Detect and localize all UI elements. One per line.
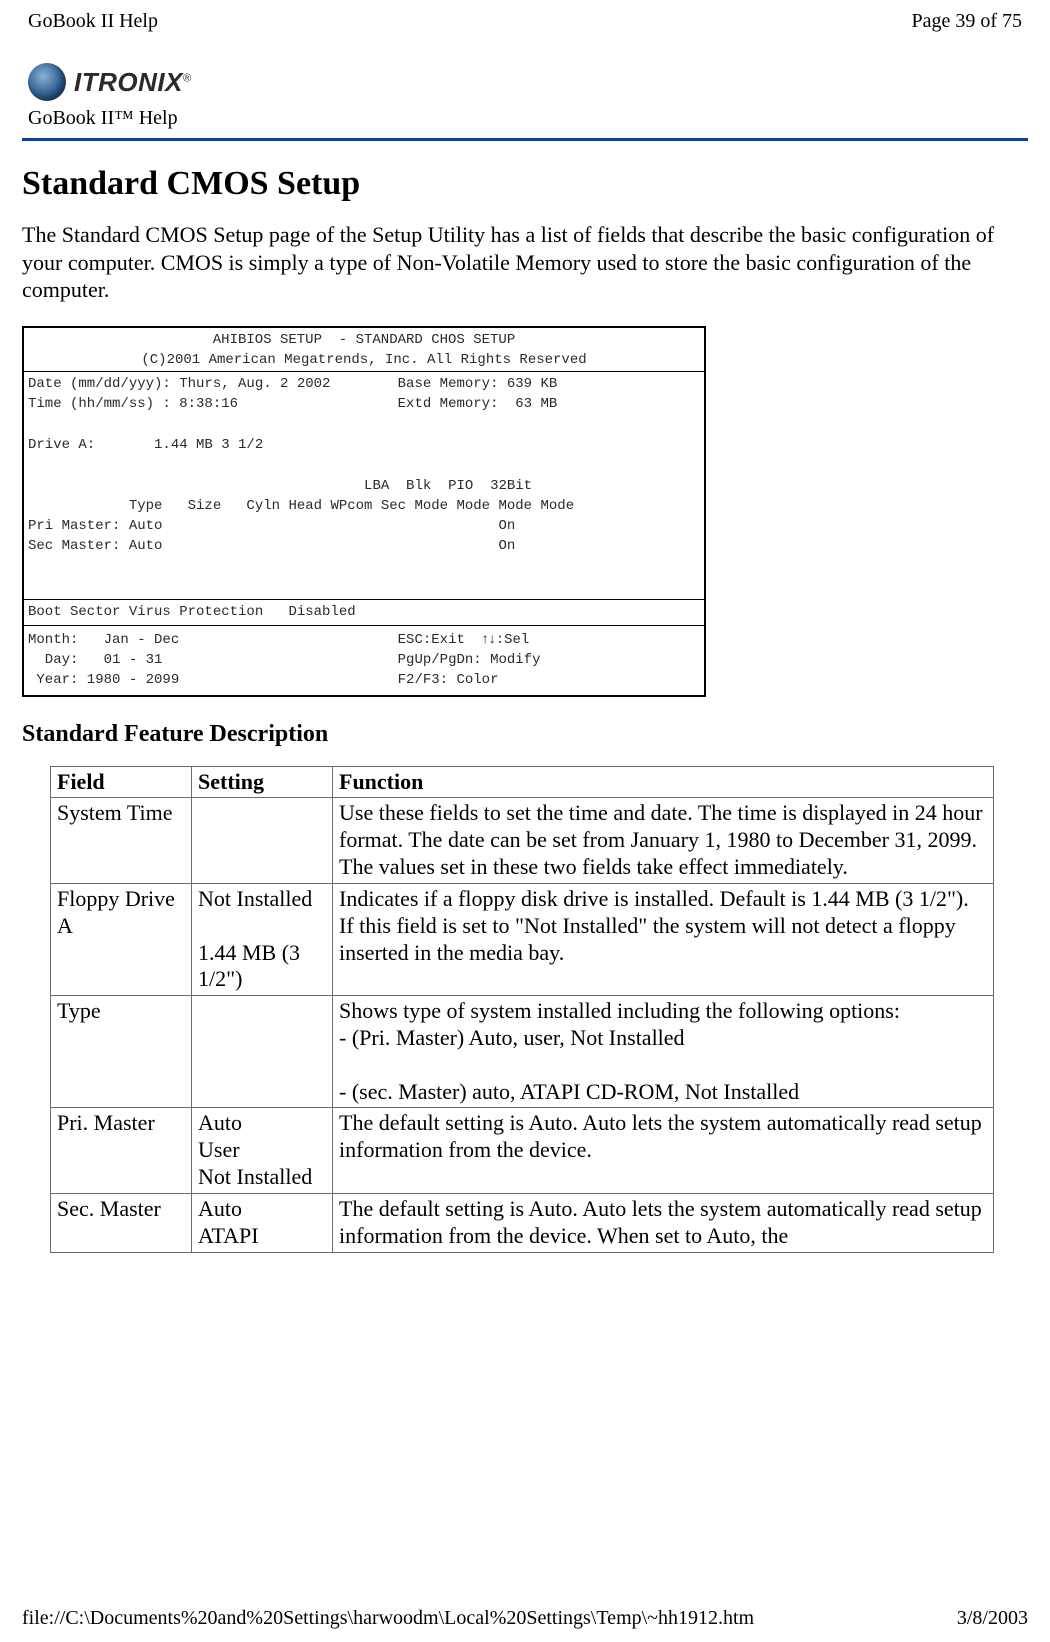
page-footer: file://C:\Documents%20and%20Settings\har… — [22, 1607, 1028, 1630]
intro-paragraph: The Standard CMOS Setup page of the Setu… — [22, 221, 1028, 304]
cell-setting: Auto User Not Installed — [192, 1108, 333, 1193]
table-row: System Time Use these fields to set the … — [51, 798, 994, 883]
cell-field: System Time — [51, 798, 192, 883]
page-number: Page 39 of 75 — [911, 10, 1022, 33]
cell-function: The default setting is Auto. Auto lets t… — [333, 1108, 994, 1193]
doc-title: GoBook II Help — [28, 10, 158, 33]
table-row: Type Shows type of system installed incl… — [51, 996, 994, 1108]
footer-path: file://C:\Documents%20and%20Settings\har… — [22, 1607, 754, 1630]
bios-body-1: Date (mm/dd/yyy): Thurs, Aug. 2 2002 Bas… — [24, 372, 704, 599]
cell-function: The default setting is Auto. Auto lets t… — [333, 1193, 994, 1252]
table-header-row: Field Setting Function — [51, 766, 994, 798]
table-row: Pri. Master Auto User Not Installed The … — [51, 1108, 994, 1193]
page-header: GoBook II Help Page 39 of 75 — [22, 10, 1028, 33]
table-row: Floppy Drive A Not Installed 1.44 MB (3 … — [51, 883, 994, 995]
cell-setting — [192, 996, 333, 1108]
cell-setting — [192, 798, 333, 883]
globe-icon — [28, 63, 66, 101]
th-field: Field — [51, 766, 192, 798]
cell-function: Indicates if a floppy disk drive is inst… — [333, 883, 994, 995]
th-function: Function — [333, 766, 994, 798]
updown-arrow-icon: ↑↓ — [482, 630, 496, 646]
cell-function: Use these fields to set the time and dat… — [333, 798, 994, 883]
brand-logo: ITRONIX® — [28, 63, 1028, 101]
cell-field: Type — [51, 996, 192, 1108]
section-heading: Standard Feature Description — [22, 721, 1028, 748]
page-title: Standard CMOS Setup — [22, 165, 1028, 203]
brand-subtitle: GoBook II™ Help — [28, 107, 1028, 130]
cell-field: Sec. Master — [51, 1193, 192, 1252]
feature-table: Field Setting Function System Time Use t… — [50, 766, 994, 1253]
cell-setting: Not Installed 1.44 MB (3 1/2") — [192, 883, 333, 995]
cell-function: Shows type of system installed including… — [333, 996, 994, 1108]
th-setting: Setting — [192, 766, 333, 798]
footer-date: 3/8/2003 — [957, 1607, 1028, 1630]
brand-name: ITRONIX® — [74, 67, 192, 98]
bios-setup-screenshot: AHIBIOS SETUP - STANDARD CHOS SETUP (C)2… — [22, 326, 706, 697]
cell-field: Floppy Drive A — [51, 883, 192, 995]
bios-header: AHIBIOS SETUP - STANDARD CHOS SETUP (C)2… — [24, 328, 704, 372]
cell-setting: Auto ATAPI — [192, 1193, 333, 1252]
divider — [22, 138, 1028, 141]
cell-field: Pri. Master — [51, 1108, 192, 1193]
bios-body-2: Boot Sector Virus Protection Disabled — [24, 600, 704, 624]
bios-body-3: Month: Jan - Dec ESC:Exit ↑↓:Sel Day: 01… — [24, 626, 704, 693]
table-row: Sec. Master Auto ATAPI The default setti… — [51, 1193, 994, 1252]
